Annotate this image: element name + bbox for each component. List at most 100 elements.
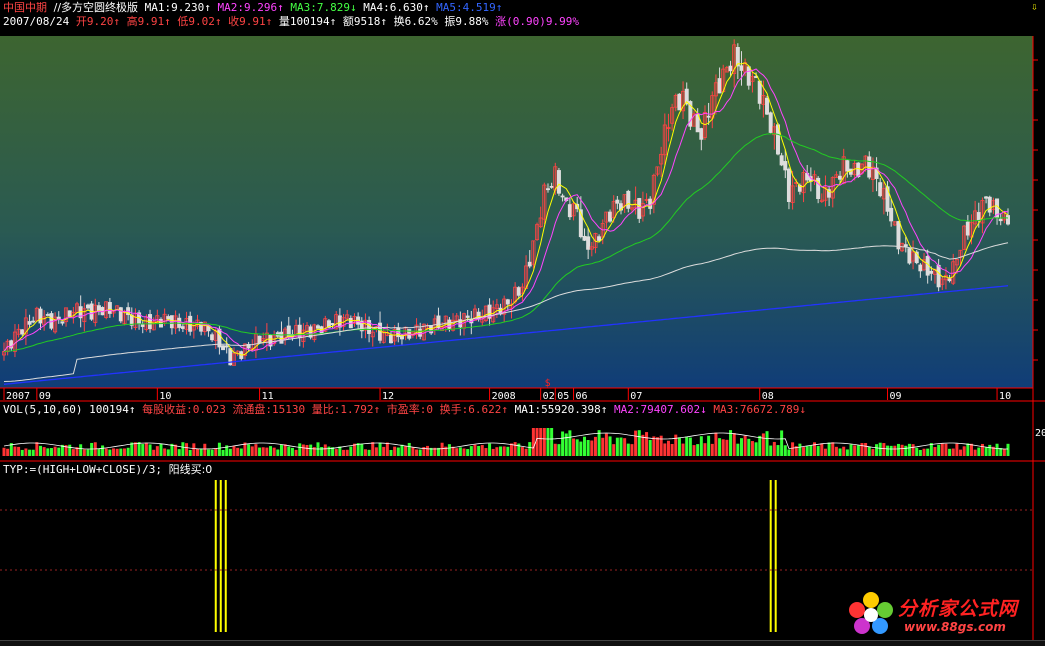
volume-bar xyxy=(809,445,813,456)
candle-body xyxy=(279,331,284,344)
volume-bar xyxy=(334,449,338,456)
volume-bar xyxy=(210,449,214,456)
volume-bar xyxy=(82,449,86,456)
candle-body xyxy=(918,264,923,272)
candle-body xyxy=(221,345,226,351)
volume-bar xyxy=(228,448,232,456)
volume-bar xyxy=(502,446,506,456)
volume-bar xyxy=(68,444,72,456)
candle-body xyxy=(1006,215,1011,225)
volume-bar xyxy=(298,443,302,456)
x-tick-label: 06 xyxy=(576,391,588,402)
candle-body xyxy=(224,345,229,348)
volume-bar xyxy=(652,436,656,456)
candle xyxy=(221,345,226,351)
ma-legend: MA1:9.230↑ MA2:9.296↑ MA3:7.829↓ MA4:6.6… xyxy=(145,1,503,14)
indicator-formula: TYP:=(HIGH+LOW+CLOSE)/3; xyxy=(3,463,162,476)
info-item-0: 开9.20↑ xyxy=(75,15,127,28)
header-bar: 中国中期 //多方空圆终极版 MA1:9.230↑ MA2:9.296↑ MA3… xyxy=(3,1,502,15)
candle-body xyxy=(987,196,992,213)
volume-bar xyxy=(670,444,674,456)
volume-bar xyxy=(864,443,868,456)
volume-bar xyxy=(838,448,842,456)
volume-bar xyxy=(772,441,776,456)
candle-body xyxy=(549,185,554,188)
volume-legend: VOL(5,10,60) 100194↑ 每股收益:0.023 流通盘:1513… xyxy=(3,403,806,417)
volume-bar xyxy=(1002,449,1006,456)
volume-bar xyxy=(290,447,294,456)
x-tick-label: 07 xyxy=(630,391,642,402)
candle-body xyxy=(257,335,262,344)
flower-logo-icon xyxy=(849,592,893,634)
volume-bar xyxy=(904,445,908,456)
volume-bar xyxy=(360,443,364,456)
vol-legend-item-2: 流通盘:15130 xyxy=(232,403,312,416)
volume-bar xyxy=(265,447,269,456)
indicator-signal-label: 阳线买:0 xyxy=(168,463,213,476)
volume-bar xyxy=(404,445,408,456)
candle-body xyxy=(330,323,335,326)
volume-bar xyxy=(119,448,123,456)
candle-body xyxy=(984,196,989,199)
volume-bar xyxy=(666,440,670,456)
volume-bar xyxy=(590,440,594,456)
volume-bar xyxy=(798,443,802,456)
candle-body xyxy=(597,236,602,241)
candle-body xyxy=(315,325,320,329)
candle-body xyxy=(49,313,54,329)
volume-axis-label: 20 xyxy=(1035,428,1045,439)
volume-bar xyxy=(345,449,349,456)
info-bar: 2007/08/24 开9.20↑ 高9.91↑ 低9.02↑ 收9.91↑ 量… xyxy=(3,15,579,29)
volume-bar xyxy=(269,446,273,456)
candle-body xyxy=(717,78,722,94)
volume-bar xyxy=(918,449,922,456)
volume-bar xyxy=(736,443,740,456)
volume-bar xyxy=(893,445,897,456)
candle-body xyxy=(388,334,393,344)
volume-bar xyxy=(371,442,375,456)
volume-bar xyxy=(582,436,586,456)
volume-bar xyxy=(630,444,634,456)
volume-bar xyxy=(550,428,554,456)
volume-bar xyxy=(254,444,258,456)
volume-bar xyxy=(382,446,386,456)
volume-bar xyxy=(185,443,189,456)
volume-bar xyxy=(342,449,346,456)
volume-bar xyxy=(553,443,557,456)
candle xyxy=(228,348,233,366)
bottom-scroll-bar[interactable] xyxy=(0,640,1045,646)
volume-bar xyxy=(860,443,864,456)
volume-bar xyxy=(462,448,466,456)
volume-bar xyxy=(411,447,415,456)
candle-body xyxy=(936,264,941,288)
candle-body xyxy=(586,236,591,250)
candle-body xyxy=(735,47,740,67)
volume-bar xyxy=(221,449,225,456)
volume-bar xyxy=(250,446,254,456)
volume-bar xyxy=(53,446,57,456)
volume-bar xyxy=(133,442,137,456)
volume-bar xyxy=(166,449,170,456)
candle-body xyxy=(907,248,912,264)
volume-bar xyxy=(754,442,758,456)
price-chart[interactable]: 2007 09 10 11 12 2008 02 05 06 07 08 09 10 $ xyxy=(0,0,1045,640)
stock-name[interactable]: 中国中期 xyxy=(3,1,47,14)
candle-body xyxy=(582,235,587,241)
volume-bar xyxy=(648,439,652,456)
volume-bar xyxy=(572,438,576,456)
volume-bar xyxy=(480,445,484,456)
volume-bar xyxy=(769,445,773,456)
vol-legend-item-6: MA1:55920.398↑ xyxy=(514,403,614,416)
lock-arrow-icon[interactable]: ⇩ xyxy=(1031,0,1038,14)
x-tick-label: 11 xyxy=(262,391,274,402)
volume-bar xyxy=(28,449,32,456)
indicator-plot-layer xyxy=(214,480,777,632)
volume-bar xyxy=(546,428,550,456)
volume-bar xyxy=(743,435,747,456)
volume-bar xyxy=(232,446,236,456)
volume-bar xyxy=(955,443,959,456)
info-item-3: 收9.91↑ xyxy=(228,15,279,28)
volume-bar xyxy=(637,430,641,456)
candle-body xyxy=(38,308,43,324)
volume-bar xyxy=(623,438,627,456)
